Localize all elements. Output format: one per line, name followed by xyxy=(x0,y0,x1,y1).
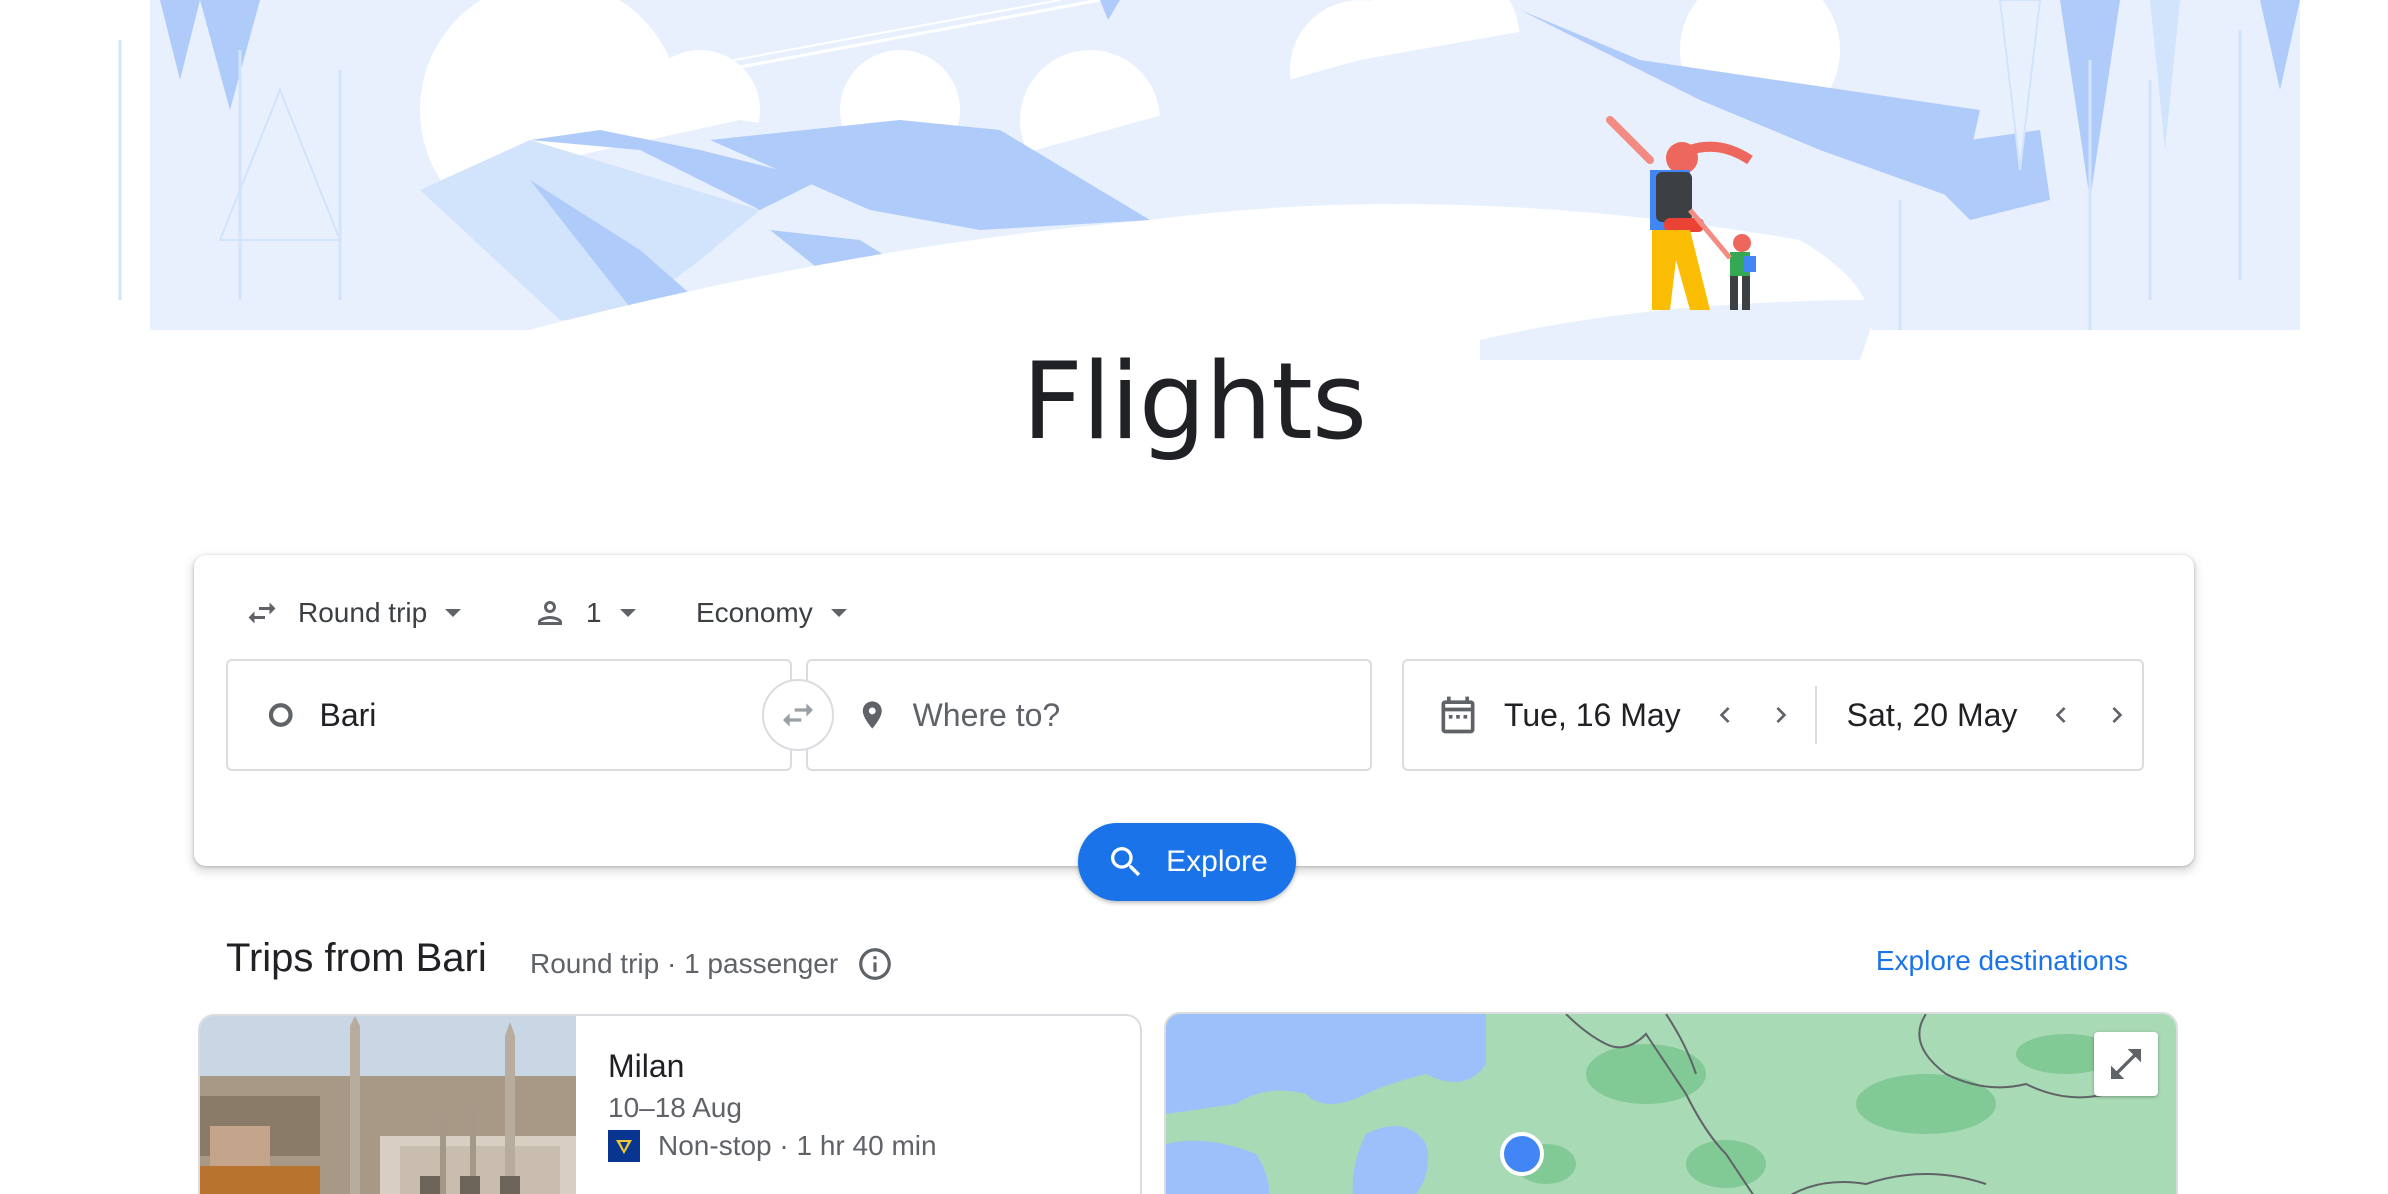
destination-flight-info: Non-stop · 1 hr 40 min xyxy=(608,1130,937,1162)
ryanair-logo-icon xyxy=(608,1130,640,1162)
expand-icon xyxy=(2111,1049,2141,1079)
destination-input[interactable] xyxy=(912,696,1370,734)
milan-cathedral-image xyxy=(200,1016,576,1194)
chevron-down-icon xyxy=(445,609,462,617)
hero-illustration xyxy=(0,0,2388,370)
destination-city: Milan xyxy=(608,1048,685,1084)
page-title: Flights xyxy=(1021,340,1367,463)
destination-field[interactable] xyxy=(806,659,1372,771)
swap-arrows-icon xyxy=(783,703,813,727)
return-next-button[interactable] xyxy=(2095,693,2139,737)
passengers-dropdown[interactable]: 1 xyxy=(532,593,636,633)
return-date[interactable]: Sat, 20 May xyxy=(1847,697,2018,734)
chevron-right-icon xyxy=(1776,707,1787,723)
trip-type-label: Round trip xyxy=(298,597,428,628)
map-canvas xyxy=(1166,1014,2176,1194)
chevron-left-icon xyxy=(2056,707,2066,723)
dates-divider xyxy=(1814,686,1817,744)
mountain-landscape-illustration xyxy=(118,0,2300,360)
calendar-icon xyxy=(1441,696,1475,734)
location-pin-icon xyxy=(862,701,882,729)
origin-input[interactable] xyxy=(319,696,790,734)
search-icon xyxy=(1111,847,1141,877)
swap-locations-button[interactable] xyxy=(762,679,834,751)
flight-info-text: Non-stop · 1 hr 40 min xyxy=(658,1130,937,1161)
passengers-count: 1 xyxy=(586,597,602,628)
depart-date[interactable]: Tue, 16 May xyxy=(1504,697,1681,734)
chevron-left-icon xyxy=(1719,707,1730,723)
explore-button-label: Explore xyxy=(1166,845,1268,878)
destinations-map[interactable] xyxy=(1164,1012,2178,1194)
flight-search-card: Round trip 1 Economy Tue, 16 May xyxy=(194,555,2194,866)
destination-card[interactable]: Milan 10–18 Aug Non-stop · 1 hr 40 min xyxy=(198,1014,1142,1194)
trips-section-title: Trips from Bari xyxy=(226,936,487,980)
chevron-down-icon xyxy=(619,609,636,617)
depart-prev-button[interactable] xyxy=(1703,693,1747,737)
trip-type-dropdown[interactable]: Round trip xyxy=(244,593,462,633)
origin-circle-icon xyxy=(268,703,293,727)
swap-horizontal-icon xyxy=(248,602,276,624)
cabin-class-dropdown[interactable]: Economy xyxy=(696,593,847,633)
cabin-class-label: Economy xyxy=(696,597,813,628)
depart-next-button[interactable] xyxy=(1759,693,1803,737)
destination-dates: 10–18 Aug xyxy=(608,1092,742,1123)
trips-subtitle: Round trip · 1 passenger xyxy=(530,945,894,983)
trips-subtitle-text: Round trip · 1 passenger xyxy=(530,948,839,979)
chevron-down-icon xyxy=(830,609,847,617)
info-icon[interactable] xyxy=(856,945,894,983)
chevron-right-icon xyxy=(2112,707,2123,723)
person-icon xyxy=(538,601,562,625)
info-circle-icon xyxy=(859,948,892,980)
map-expand-button[interactable] xyxy=(2094,1032,2158,1096)
return-prev-button[interactable] xyxy=(2039,693,2083,737)
explore-destinations-link[interactable]: Explore destinations xyxy=(1876,945,2128,977)
explore-button[interactable]: Explore xyxy=(1078,823,1296,901)
origin-field[interactable] xyxy=(226,659,792,771)
dates-field[interactable]: Tue, 16 May Sat, 20 May xyxy=(1402,659,2144,771)
